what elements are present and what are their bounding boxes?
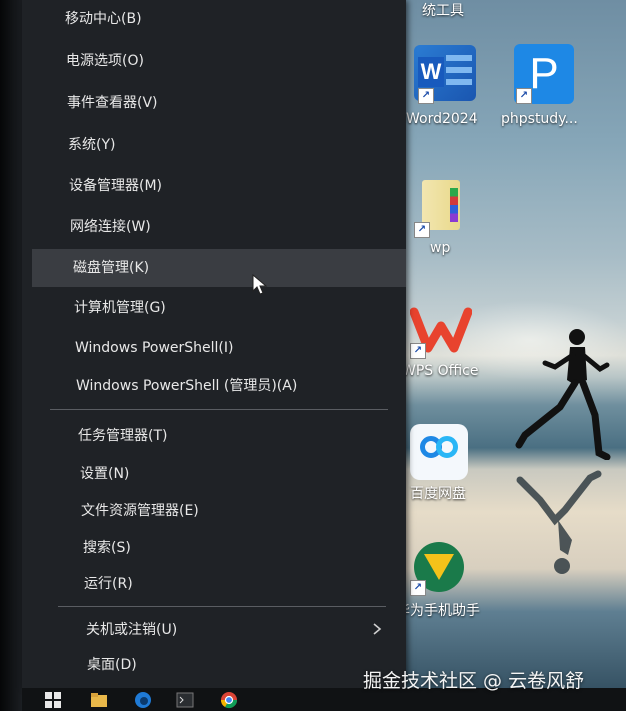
desktop-icon-partial-label: 统工具 [422, 3, 464, 19]
menu-item-shutdown-signout[interactable]: 关机或注销(U) [22, 611, 406, 649]
desktop-icon-label: 华为手机助手 [396, 603, 480, 619]
menu-item-disk-management[interactable]: 磁盘管理(K) [32, 249, 406, 287]
menu-item-file-explorer[interactable]: 文件资源管理器(E) [22, 492, 406, 530]
menu-item-search[interactable]: 搜索(S) [22, 529, 406, 567]
menu-item-event-viewer[interactable]: 事件查看器(V) [22, 84, 406, 122]
menu-item-label: 网络连接(W) [70, 219, 151, 235]
menu-item-label: 关机或注销(U) [86, 622, 178, 638]
file-explorer-icon[interactable] [90, 691, 108, 709]
menu-item-label: Windows PowerShell (管理员)(A) [76, 378, 298, 394]
edge-icon[interactable] [134, 691, 152, 709]
menu-item-label: 文件资源管理器(E) [81, 503, 199, 519]
winx-context-menu: 移动中心(B) 电源选项(O) 事件查看器(V) 系统(Y) 设备管理器(M) … [22, 0, 406, 688]
shortcut-arrow-icon: ↗ [414, 222, 430, 238]
terminal-icon[interactable] [176, 691, 194, 709]
menu-item-run[interactable]: 运行(R) [22, 565, 406, 603]
shortcut-arrow-icon: ↗ [516, 88, 532, 104]
shortcut-arrow-icon: ↗ [410, 580, 426, 596]
menu-item-mobility-center[interactable]: 移动中心(B) [22, 0, 406, 38]
menu-item-label: 电源选项(O) [66, 53, 144, 69]
menu-item-network-connections[interactable]: 网络连接(W) [22, 208, 406, 246]
shortcut-arrow-icon: ↗ [418, 88, 434, 104]
watermark-text: 掘金技术社区 @ 云卷风舒 [363, 670, 585, 692]
menu-item-label: 桌面(D) [87, 657, 137, 673]
menu-item-label: 事件查看器(V) [67, 95, 158, 111]
wallpaper-runner-silhouette [515, 329, 611, 460]
menu-separator [50, 409, 388, 410]
desktop-icon-label: WPS Office [402, 363, 479, 379]
wallpaper-runner-reflection [516, 470, 602, 574]
menu-item-powershell-admin[interactable]: Windows PowerShell (管理员)(A) [22, 367, 406, 405]
desktop-icon-label: Word2024 [406, 111, 478, 127]
menu-item-desktop[interactable]: 桌面(D) [22, 646, 406, 684]
menu-item-powershell[interactable]: Windows PowerShell(I) [22, 329, 406, 367]
menu-item-device-manager[interactable]: 设备管理器(M) [22, 167, 406, 205]
desktop-icon-label: 百度网盘 [410, 486, 466, 502]
menu-item-label: 任务管理器(T) [78, 428, 168, 444]
menu-item-label: 设置(N) [80, 466, 130, 482]
desktop-icon-label: phpstudy... [501, 111, 578, 127]
menu-item-task-manager[interactable]: 任务管理器(T) [22, 417, 406, 455]
monitor-bezel [0, 0, 22, 711]
shortcut-arrow-icon: ↗ [410, 343, 426, 359]
menu-item-label: 运行(R) [84, 576, 133, 592]
baidu-netdisk-icon [410, 424, 468, 480]
menu-item-label: 系统(Y) [68, 137, 116, 153]
menu-separator [58, 606, 386, 607]
menu-item-label: Windows PowerShell(I) [75, 340, 234, 356]
mouse-cursor-icon [252, 274, 268, 295]
menu-item-label: 移动中心(B) [65, 11, 142, 27]
chevron-right-icon [373, 623, 382, 635]
chrome-icon[interactable] [220, 691, 238, 709]
menu-item-settings[interactable]: 设置(N) [22, 455, 406, 493]
menu-item-label: 计算机管理(G) [74, 300, 166, 316]
menu-item-computer-management[interactable]: 计算机管理(G) [22, 289, 406, 327]
menu-item-label: 设备管理器(M) [69, 178, 163, 194]
menu-item-label: 磁盘管理(K) [73, 260, 150, 276]
windows-start-icon[interactable] [44, 691, 62, 709]
desktop-icon-label: wp [430, 240, 451, 256]
menu-item-system[interactable]: 系统(Y) [22, 126, 406, 164]
menu-item-power-options[interactable]: 电源选项(O) [22, 42, 406, 80]
menu-item-label: 搜索(S) [83, 540, 131, 556]
